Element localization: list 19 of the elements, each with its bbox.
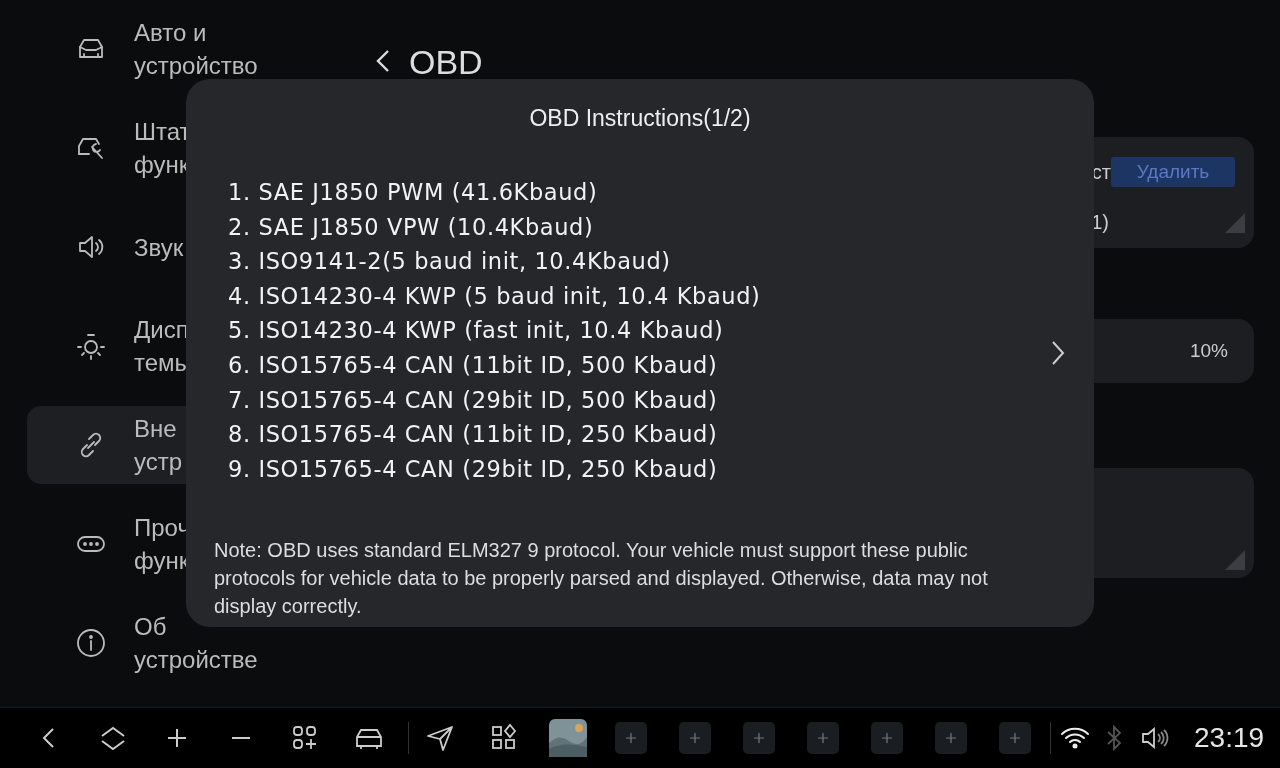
sidebar-label: Штат функ bbox=[134, 117, 191, 180]
protocol-item: 4. ISO14230-4 KWP (5 baud init, 10.4 Kbaud) bbox=[228, 281, 761, 311]
sidebar-label: Вне устр bbox=[134, 414, 183, 477]
protocol-item: 1. SAE J1850 PWM (41.6Kbaud) bbox=[228, 178, 598, 207]
sidebar-label: Авто и устройство bbox=[134, 18, 258, 81]
protocol-item: 7. ISO15765-4 CAN (29bit ID, 500 Kbaud) bbox=[228, 385, 718, 415]
page-title: OBD bbox=[409, 44, 483, 80]
protocol-item: 6. ISO15765-4 CAN (11bit ID, 500 Kbaud) bbox=[228, 350, 718, 380]
percent-value: 10% bbox=[1189, 340, 1228, 362]
note-text: Note: OBD uses standard ELM327 9 protocol. Your vehicle must support these public protocols for vehicle data to be properly parsed and displayed. Otherwise, data may not display correctly. bbox=[214, 538, 989, 620]
sidebar-label: Звук bbox=[134, 232, 184, 263]
card-detail: 1) bbox=[1091, 211, 1109, 234]
protocol-item: 3. ISO9141-2(5 baud init, 10.4Kbaud) bbox=[228, 247, 671, 277]
protocol-item: 8. ISO15765-4 CAN (11bit ID, 250 Kbaud) bbox=[228, 420, 718, 450]
protocol-item: 5. ISO14230-4 KWP (fast init, 10.4 Kbaud) bbox=[228, 316, 724, 346]
clock: 23:19 bbox=[1194, 722, 1265, 755]
dialog-title: OBD Instructions(1/2) bbox=[528, 104, 752, 133]
protocol-item: 9. ISO15765-4 CAN (29bit ID, 250 Kbaud) bbox=[228, 454, 718, 484]
protocol-item: 2. SAE J1850 VPW (10.4Kbaud) bbox=[228, 212, 594, 242]
